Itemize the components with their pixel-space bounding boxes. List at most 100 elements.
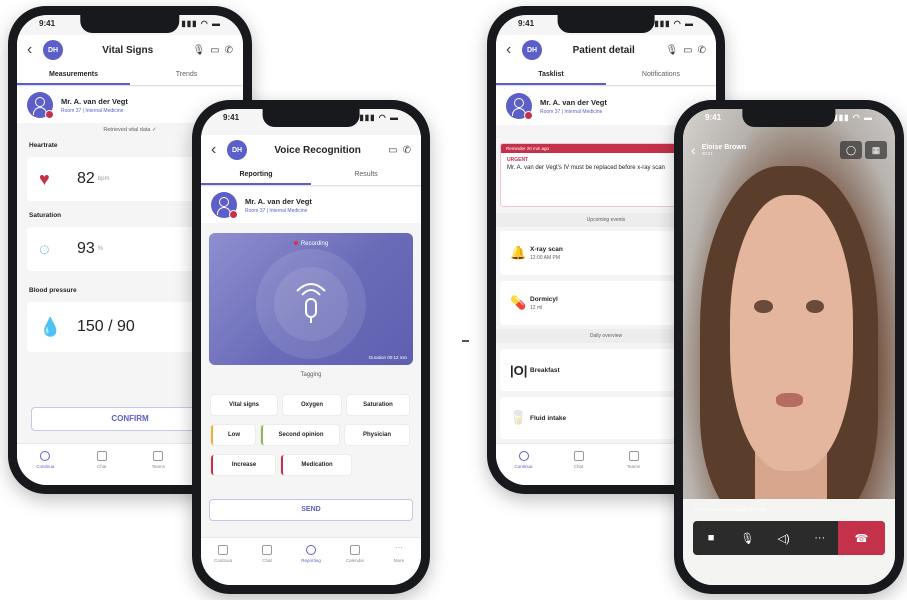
tag-increase[interactable]: Increase — [211, 455, 275, 475]
phone-icon[interactable]: ✆ — [403, 145, 411, 156]
nav-continua[interactable]: Continua — [30, 451, 60, 469]
video-icon[interactable]: ▭ — [210, 45, 219, 56]
call-header: ‹ Eloise Brown 00:21 ◯ ▦ — [691, 139, 887, 161]
pill-icon: 💊 — [510, 295, 527, 310]
participants-icon[interactable]: ▦ — [865, 141, 887, 159]
tag-vital-signs[interactable]: Vital signs — [211, 395, 277, 415]
tag-second-opinion[interactable]: Second opinion — [261, 425, 339, 445]
signal-icon: ▮▮▮ ◠ ▬ — [359, 113, 399, 122]
tab-results[interactable]: Results — [311, 165, 421, 185]
blood-pressure-value: 150 / 90 — [77, 318, 135, 335]
tab-trends[interactable]: Trends — [130, 65, 243, 85]
avatar[interactable]: DH — [522, 40, 542, 60]
heartrate-label: Heartrate — [29, 142, 58, 149]
heartrate-value: 82 — [77, 170, 95, 187]
signal-icon: ▮▮▮ ◠ ▬ — [654, 19, 694, 28]
status-time: 9:41 — [705, 113, 722, 122]
speaker-icon[interactable]: ◁) — [765, 521, 801, 555]
send-button[interactable]: SEND — [209, 499, 413, 521]
back-icon[interactable]: ‹ — [506, 41, 518, 59]
tag-low[interactable]: Low — [211, 425, 255, 445]
chat-icon[interactable]: ◯ — [840, 141, 862, 159]
stage: 9:41 ▮▮▮ ◠ ▬ ‹ DH Vital Signs 🎙 ▭ ✆ Meas… — [0, 0, 907, 600]
recording-panel[interactable]: Recording Duration 00:12 min — [209, 233, 413, 365]
blood-pressure-label: Blood pressure — [29, 287, 77, 294]
avatar[interactable]: DH — [43, 40, 63, 60]
bottom-nav: Continua Chat Reporting Calendar ··· More — [201, 537, 421, 585]
saturation-unit: % — [97, 246, 104, 252]
tab-bar: Reporting Results — [201, 165, 421, 186]
tag-saturation[interactable]: Saturation — [347, 395, 409, 415]
back-icon[interactable]: ‹ — [691, 142, 696, 158]
tag-physician[interactable]: Physician — [345, 425, 409, 445]
mic-icon[interactable]: 🎙 — [665, 45, 678, 56]
event-medication[interactable]: 💊 Dormicyl 12 ml — [500, 281, 676, 325]
tab-bar: Tasklist Notifications — [496, 65, 716, 86]
hang-up-icon[interactable]: ☎ — [837, 521, 885, 555]
event-xray[interactable]: 🔔 X-ray scan 12:00 AM PM — [500, 231, 676, 275]
status-time: 9:41 — [223, 113, 240, 122]
tab-measurements[interactable]: Measurements — [17, 65, 130, 85]
meal-icon: |O| — [510, 362, 528, 378]
tab-notifications[interactable]: Notifications — [606, 65, 716, 85]
signal-icon: ▮▮▮ ◠ ▬ — [181, 19, 221, 28]
tab-tasklist[interactable]: Tasklist — [496, 65, 606, 85]
video-feed — [683, 109, 895, 585]
app-header: ‹ DH Vital Signs 🎙 ▭ ✆ — [17, 35, 243, 65]
notch — [557, 15, 655, 33]
patient-room: Room 37 | Internal Medicine — [245, 207, 308, 214]
camera-icon[interactable]: ■ — [693, 521, 729, 555]
patient-name: Mr. A. van der Vegt — [540, 97, 607, 107]
back-icon[interactable]: ‹ — [27, 41, 39, 59]
avatar[interactable]: DH — [227, 140, 247, 160]
nav-more[interactable]: ··· More — [384, 544, 414, 564]
header-actions: 🎙 ▭ ✆ — [192, 45, 233, 56]
tag-oxygen[interactable]: Oxygen — [283, 395, 341, 415]
video-icon[interactable]: ▭ — [388, 145, 397, 156]
patient-name: Mr. A. van der Vegt — [61, 96, 128, 106]
nav-reporting[interactable]: Reporting — [296, 545, 326, 563]
daily-fluid-intake[interactable]: 🥛 Fluid intake — [500, 397, 676, 439]
heart-icon: ♥ — [39, 168, 50, 189]
nav-chat[interactable]: Chat — [87, 451, 117, 469]
more-icon[interactable]: ··· — [802, 521, 838, 555]
signal-icon: ▮▮▮ ◠ ▬ — [833, 113, 873, 122]
app-header: ‹ DH Patient detail 🎙 ▭ ✆ — [496, 35, 716, 65]
back-icon[interactable]: ‹ — [211, 141, 223, 159]
nav-chat[interactable]: Chat — [252, 545, 282, 563]
patient-room: Room 37 | Internal Medicine — [540, 108, 603, 115]
recording-indicator: Recording — [209, 241, 413, 247]
nav-continua[interactable]: Continua — [509, 451, 539, 469]
page-title: Vital Signs — [102, 44, 154, 56]
bell-icon: 🔔 — [510, 245, 527, 260]
tab-reporting[interactable]: Reporting — [201, 165, 311, 185]
phone-icon[interactable]: ✆ — [225, 45, 233, 56]
status-time: 9:41 — [518, 19, 535, 28]
microphone-icon[interactable] — [291, 277, 331, 329]
mic-icon[interactable]: 🎙 — [729, 521, 765, 555]
header-actions: ▭ ✆ — [388, 145, 411, 156]
heartrate-unit: bpm — [97, 176, 110, 182]
call-duration: 00:21 — [701, 151, 713, 157]
tag-medication[interactable]: Medication — [281, 455, 351, 475]
urgent-alert[interactable]: Reminder 20 min ago URGENT Mr. A. van de… — [500, 143, 676, 207]
call-controls: ■ 🎙 ◁) ··· ☎ — [693, 521, 885, 555]
tab-bar: Measurements Trends — [17, 65, 243, 86]
caller-name: Eloise Brown — [701, 143, 747, 151]
nav-chat[interactable]: Chat — [564, 451, 594, 469]
screen: 9:41 ▮▮▮ ◠ ▬ ‹ Eloise Brown 00:21 ◯ ▦ El… — [683, 109, 895, 585]
alert-text: Mr. A. van der Vegt's IV must be replace… — [507, 165, 665, 171]
phone-icon[interactable]: ✆ — [698, 45, 706, 56]
nav-continua[interactable]: Continua — [208, 545, 238, 563]
tagging-label: Tagging — [300, 372, 322, 378]
app-header: ‹ DH Voice Recognition ▭ ✆ — [201, 135, 421, 165]
video-icon[interactable]: ▭ — [683, 45, 692, 56]
saturation-value: 93 — [77, 240, 95, 257]
mic-icon[interactable]: 🎙 — [192, 45, 205, 56]
oxygen-ring-icon: ◌ — [39, 238, 50, 259]
nav-teams[interactable]: Teams — [619, 451, 649, 469]
daily-breakfast[interactable]: |O| Breakfast — [500, 349, 676, 391]
nav-calendar[interactable]: Calendar — [340, 545, 370, 563]
nav-teams[interactable]: Teams — [143, 451, 173, 469]
patient-header: Mr. A. van der Vegt Room 37 | Internal M… — [201, 187, 421, 223]
